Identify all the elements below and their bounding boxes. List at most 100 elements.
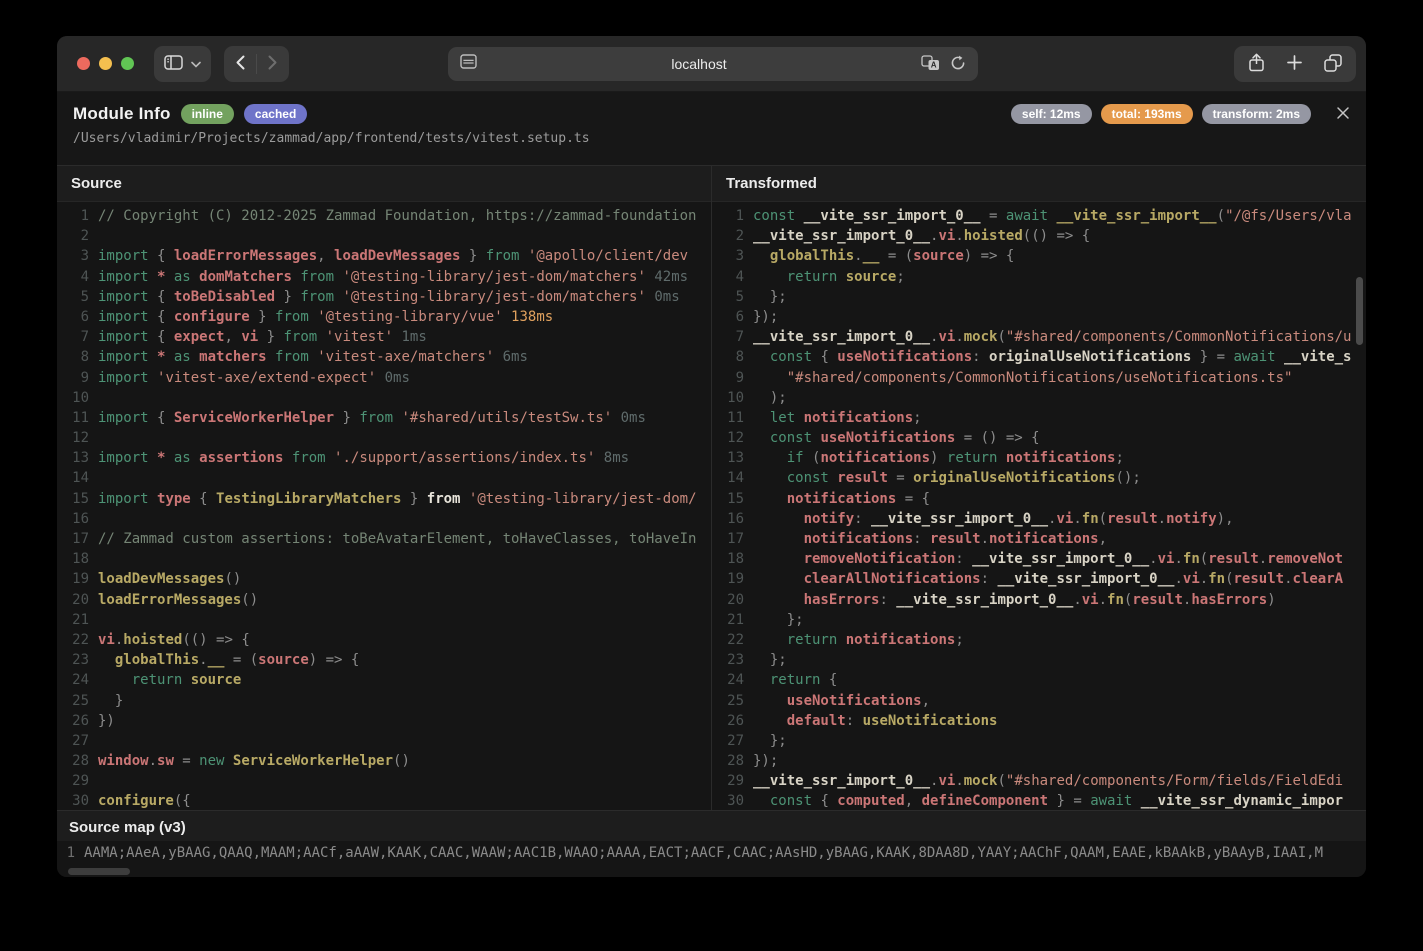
translate-button[interactable]: A [921,55,940,74]
nav-button-group [224,46,289,82]
minimize-window-button[interactable] [99,57,112,70]
tab-overview-button[interactable] [1324,54,1342,75]
share-button[interactable] [1248,53,1265,75]
code-line: 27 [57,731,711,751]
close-icon [1336,106,1350,123]
chevron-right-icon [268,55,277,73]
code-line: 25 } [57,691,711,711]
plus-icon [1287,55,1302,73]
code-line: 12 const useNotifications = () => { [712,428,1366,448]
cached-badge: cached [244,104,307,124]
reload-button[interactable] [950,55,966,74]
code-line: 22 return notifications; [712,630,1366,650]
code-line: 21 [57,610,711,630]
code-line: 26 default: useNotifications [712,711,1366,731]
page-settings-icon[interactable] [460,54,477,74]
code-line: 7__vite_ssr_import_0__.vi.mock("#shared/… [712,327,1366,347]
new-tab-button[interactable] [1287,55,1302,73]
sidebar-menu-button[interactable] [191,56,201,71]
code-line: 21 }; [712,610,1366,630]
nav-divider [256,54,257,74]
code-line: 2__vite_ssr_import_0__.vi.hoisted(() => … [712,226,1366,246]
code-line: 27 }; [712,731,1366,751]
code-line: 29__vite_ssr_import_0__.vi.mock("#shared… [712,771,1366,791]
zoom-window-button[interactable] [121,57,134,70]
code-line: 13import * as assertions from './support… [57,448,711,468]
code-line: 10 [57,388,711,408]
code-line: 30 const { computed, defineComponent } =… [712,791,1366,810]
code-line: 5 }; [712,287,1366,307]
code-line: 30configure({ [57,791,711,810]
address-bar[interactable]: localhost A [448,47,978,81]
sourcemap-title: Source map (v3) [57,811,1366,841]
code-line: 7import { expect, vi } from 'vitest' 1ms [57,327,711,347]
code-line: 11 let notifications; [712,408,1366,428]
sidebar-toggle-group [154,46,211,82]
code-line: 19 clearAllNotifications: __vite_ssr_imp… [712,569,1366,589]
code-line: 19loadDevMessages() [57,569,711,589]
page-title: Module Info [73,104,171,124]
code-line: 16 notify: __vite_ssr_import_0__.vi.fn(r… [712,509,1366,529]
code-line: 18 [57,549,711,569]
tab-overview-icon [1324,54,1342,75]
code-line: 2 [57,226,711,246]
code-line: 20 hasErrors: __vite_ssr_import_0__.vi.f… [712,590,1366,610]
transformed-panel: Transformed 1const __vite_ssr_import_0__… [711,166,1366,810]
translate-icon: A [921,55,940,74]
code-line: 3 globalThis.__ = (source) => { [712,246,1366,266]
code-line: 4import * as domMatchers from '@testing-… [57,267,711,287]
code-line: 9import 'vitest-axe/extend-expect' 0ms [57,368,711,388]
code-line: 20loadErrorMessages() [57,590,711,610]
code-line: 6import { configure } from '@testing-lib… [57,307,711,327]
vertical-scrollbar-thumb[interactable] [1356,277,1363,345]
sourcemap-line: 1 AAMA;AAeA,yBAAG,QAAQ,MAAM;AACf,aAAW,KA… [57,841,1366,861]
code-line: 17// Zammad custom assertions: toBeAvata… [57,529,711,549]
code-line: 1// Copyright (C) 2012-2025 Zammad Found… [57,206,711,226]
code-line: 3import { loadErrorMessages, loadDevMess… [57,246,711,266]
code-line: 17 notifications: result.notifications, [712,529,1366,549]
code-line: 26}) [57,711,711,731]
browser-toolbar: localhost A [57,36,1366,92]
sidebar-toggle-button[interactable] [164,55,183,73]
source-panel-title: Source [57,166,711,202]
code-line: 23 }; [712,650,1366,670]
code-line: 23 globalThis.__ = (source) => { [57,650,711,670]
code-line: 13 if (notifications) return notificatio… [712,448,1366,468]
code-line: 1const __vite_ssr_import_0__ = await __v… [712,206,1366,226]
sidebar-icon [164,55,183,73]
code-line: 8import * as matchers from 'vitest-axe/m… [57,347,711,367]
total-time-badge: total: 193ms [1101,104,1193,124]
close-window-button[interactable] [77,57,90,70]
transformed-panel-title: Transformed [712,166,1366,202]
inline-badge: inline [181,104,234,124]
browser-window: localhost A [57,36,1366,877]
sourcemap-line-number: 1 [57,845,75,861]
code-line: 8 const { useNotifications: originalUseN… [712,347,1366,367]
code-line: 29 [57,771,711,791]
url-text[interactable]: localhost [477,56,921,72]
reload-icon [950,55,966,74]
transformed-code[interactable]: 1const __vite_ssr_import_0__ = await __v… [712,202,1366,810]
code-line: 4 return source; [712,267,1366,287]
share-icon [1248,53,1265,75]
code-line: 5import { toBeDisabled } from '@testing-… [57,287,711,307]
module-file-path: /Users/vladimir/Projects/zammad/app/fron… [73,131,1350,146]
code-line: 12 [57,428,711,448]
back-button[interactable] [236,55,245,73]
forward-button[interactable] [268,55,277,73]
toolbar-right-group [1234,46,1356,82]
code-line: 24 return { [712,670,1366,690]
horizontal-scrollbar-thumb[interactable] [68,868,130,875]
code-line: 28window.sw = new ServiceWorkerHelper() [57,751,711,771]
source-panel: Source 1// Copyright (C) 2012-2025 Zamma… [57,166,711,810]
traffic-lights [77,57,134,70]
close-panel-button[interactable] [1336,106,1350,123]
code-line: 22vi.hoisted(() => { [57,630,711,650]
chevron-down-icon [191,56,201,71]
code-line: 9 "#shared/components/CommonNotification… [712,368,1366,388]
transform-time-badge: transform: 2ms [1202,104,1311,124]
code-line: 11import { ServiceWorkerHelper } from '#… [57,408,711,428]
code-line: 6}); [712,307,1366,327]
code-panels: Source 1// Copyright (C) 2012-2025 Zamma… [57,165,1366,810]
source-code[interactable]: 1// Copyright (C) 2012-2025 Zammad Found… [57,202,711,810]
